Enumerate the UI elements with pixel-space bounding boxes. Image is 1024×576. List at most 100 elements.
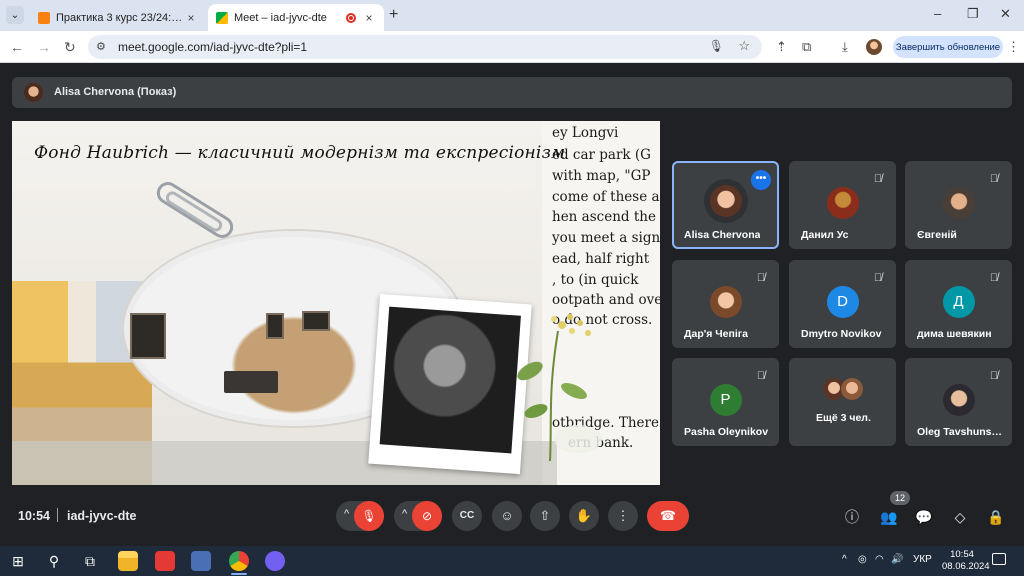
tab-search-icon[interactable]: ⌄ <box>6 6 24 24</box>
emoji-button[interactable]: ☺ <box>492 501 522 531</box>
host-controls-icon[interactable]: 🔒 <box>986 507 1006 527</box>
gallery-painting <box>130 313 166 359</box>
site-info-icon[interactable]: ⚙ <box>96 40 106 53</box>
mic-options-icon[interactable]: ^ <box>344 508 349 520</box>
chrome-icon[interactable] <box>229 551 249 571</box>
gallery-bench <box>224 371 278 393</box>
meet-favicon-icon <box>216 11 228 24</box>
participant-tile[interactable]: D 🎙̸ Dmytro Novikov <box>789 260 896 348</box>
task-view-icon[interactable]: ⧉ <box>80 551 100 571</box>
leave-call-button[interactable]: ☎ <box>647 501 689 531</box>
tray-overflow-icon[interactable]: ^ <box>842 554 847 565</box>
file-explorer-icon[interactable] <box>118 551 138 571</box>
people-icon[interactable]: 👥 <box>879 507 899 527</box>
activities-icon[interactable]: ◇ <box>950 507 970 527</box>
tab-meet[interactable]: Meet – iad-jyvc-dte × <box>208 4 384 31</box>
chat-icon[interactable]: 💬 <box>914 507 934 527</box>
more-participants-label: Ещё 3 чел. <box>816 412 871 424</box>
back-button[interactable]: ← <box>10 39 24 55</box>
tab-title: Meet – iad-jyvc-dte <box>234 11 327 24</box>
tray-app-icon[interactable]: ◎ <box>858 554 867 565</box>
participant-avatar <box>709 185 742 217</box>
mic-off-icon: 🎙̸ <box>989 370 999 382</box>
tab-title: Практика 3 курс 23/24: Індиві <box>56 11 184 24</box>
browser-toolbar: ← → ↻ ⚙ meet.google.com/iad-jyvc-dte?pli… <box>0 31 1024 63</box>
close-tab-icon[interactable]: × <box>184 11 198 25</box>
download-icon[interactable]: ⤓ <box>842 39 848 55</box>
camera-options-icon[interactable]: ^ <box>402 508 407 520</box>
browser-menu-icon[interactable]: ⋮ <box>1007 39 1020 55</box>
participant-tile[interactable]: 🎙̸ Євгеній <box>905 161 1012 249</box>
windows-start-icon[interactable]: ⊞ <box>8 551 28 571</box>
participant-initial-avatar: D <box>826 286 859 318</box>
participant-tile[interactable]: Д 🎙̸ дима шевякин <box>905 260 1012 348</box>
browser-tab-strip: ⌄ Практика 3 курс 23/24: Індиві × Meet –… <box>0 0 1024 31</box>
participant-avatar <box>942 384 975 416</box>
newspaper-line: you meet a sign <box>552 230 660 246</box>
clock[interactable]: 10:54 08.06.2024 <box>942 549 990 573</box>
mic-off-button[interactable]: 🎙 <box>354 501 384 531</box>
forward-button[interactable]: → <box>37 39 51 55</box>
gallery-painting <box>266 313 284 339</box>
newspaper-line: come of these and <box>552 189 660 205</box>
present-button[interactable]: ⇧ <box>530 501 560 531</box>
gallery-painting <box>302 311 330 331</box>
participant-avatar <box>942 187 975 219</box>
reload-button[interactable]: ↻ <box>64 39 76 56</box>
address-bar[interactable]: ⚙ meet.google.com/iad-jyvc-dte?pli=1 🎙 ☆ <box>88 35 762 59</box>
slide-title: Фонд Haubrich — класичний модернізм та е… <box>34 143 566 163</box>
viber-icon[interactable] <box>265 551 285 571</box>
captions-button[interactable]: CC <box>452 501 482 531</box>
presenter-avatar <box>24 83 43 102</box>
participant-name: Alisa Chervona <box>684 229 761 241</box>
meeting-info-icon[interactable]: ⓘ <box>842 507 862 527</box>
microphone-icon[interactable]: 🎙 <box>709 39 724 53</box>
mic-off-icon: 🎙̸ <box>989 272 999 284</box>
raise-hand-button[interactable]: ✋ <box>569 501 599 531</box>
close-tab-icon[interactable]: × <box>362 11 376 25</box>
participant-tile[interactable]: ••• Alisa Chervona <box>672 161 779 249</box>
presenter-bar: Alisa Chervona (Показ) <box>12 77 1012 108</box>
extensions-icon[interactable]: ⧉ <box>802 39 811 55</box>
notification-icon[interactable] <box>992 553 1006 565</box>
language-indicator[interactable]: УКР <box>913 554 932 565</box>
divider <box>57 508 58 522</box>
profile-avatar[interactable] <box>866 39 882 55</box>
bookmark-star-icon[interactable]: ☆ <box>738 38 750 54</box>
update-button[interactable]: Завершить обновление <box>893 36 1003 58</box>
tab-practice[interactable]: Практика 3 курс 23/24: Індиві × <box>30 4 206 31</box>
newspaper-line: hen ascend the <box>552 209 656 225</box>
newspaper-line: , to (in quick <box>552 272 639 288</box>
participant-initial-avatar: Д <box>942 286 975 318</box>
close-window-button[interactable]: ✕ <box>1000 6 1011 22</box>
more-participants-tile[interactable]: Ещё 3 чел. <box>789 358 896 446</box>
wps-office-icon[interactable] <box>155 551 175 571</box>
participant-tile[interactable]: P 🎙̸ Pasha Oleynikov <box>672 358 779 446</box>
participant-name: дима шевякин <box>917 328 992 340</box>
participant-tile[interactable]: 🎙̸ Данил Ус <box>789 161 896 249</box>
search-icon[interactable]: ⚲ <box>44 551 64 571</box>
participant-tile[interactable]: 🎙̸ Дар'я Чепіга <box>672 260 779 348</box>
camera-control: ^ ⊘ <box>394 501 442 531</box>
volume-icon[interactable]: 🔊 <box>891 554 903 565</box>
participant-tile[interactable]: 🎙̸ Oleg Tavshuns… <box>905 358 1012 446</box>
minimize-button[interactable]: – <box>934 6 941 21</box>
moodle-favicon-icon <box>38 11 50 24</box>
dried-flower-icon <box>517 314 602 461</box>
clock-time: 10:54 <box>950 549 974 560</box>
cast-icon[interactable]: ⇡ <box>776 39 787 55</box>
save-app-icon[interactable] <box>191 551 211 571</box>
new-tab-button[interactable]: + <box>389 6 398 24</box>
wifi-icon[interactable]: ◠ <box>875 554 884 565</box>
recording-icon <box>346 12 356 23</box>
restore-button[interactable]: ❐ <box>967 6 979 22</box>
newspaper-line: ootpath and over <box>552 292 660 308</box>
mic-off-icon: 🎙̸ <box>756 272 766 284</box>
camera-off-button[interactable]: ⊘ <box>412 501 442 531</box>
microphone-control: ^ 🎙 <box>336 501 384 531</box>
more-options-icon[interactable]: ••• <box>751 170 771 190</box>
participant-avatar <box>826 187 859 219</box>
url-text[interactable]: meet.google.com/iad-jyvc-dte?pli=1 <box>118 40 307 54</box>
meeting-code: iad-jyvc-dte <box>67 509 137 523</box>
more-options-button[interactable]: ⋮ <box>608 501 638 531</box>
